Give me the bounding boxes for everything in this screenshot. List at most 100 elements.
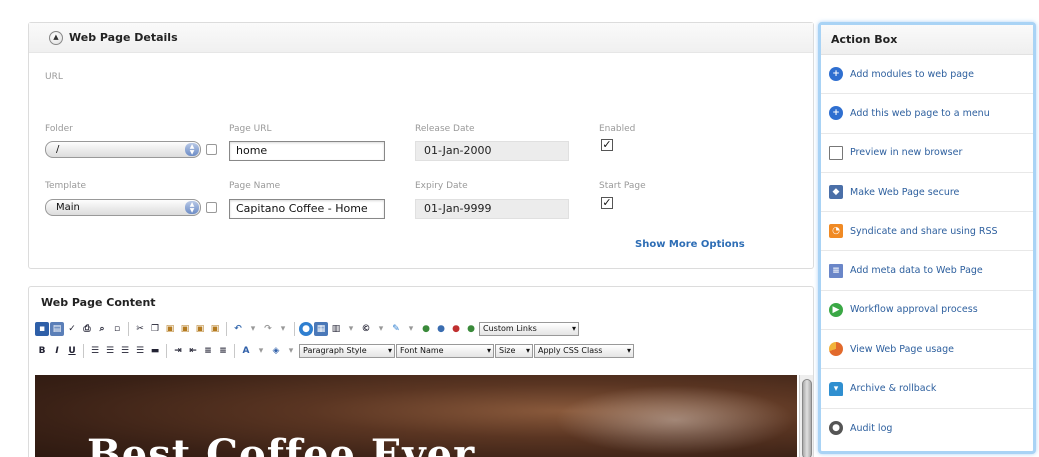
action-audit-log[interactable]: ● Audit log [821,409,1033,448]
print-icon[interactable]: ⎙ [80,322,94,336]
spellcheck-icon[interactable]: ✓ [65,322,79,336]
bold-button[interactable]: B [35,344,49,358]
action-label: Add meta data to Web Page [850,265,983,277]
user-icon[interactable]: ● [419,322,433,336]
paste-icon[interactable]: ▣ [163,322,177,336]
release-date-field[interactable]: 01-Jan-2000 [415,141,569,161]
enabled-label: Enabled [599,124,636,134]
redo-icon[interactable]: ↷ [261,322,275,336]
font-color-button[interactable]: A [239,344,253,358]
css-class-select[interactable]: Apply CSS Class [534,344,634,358]
italic-button[interactable]: I [50,344,64,358]
enabled-checkbox[interactable]: ✓ [601,139,613,151]
pie-chart-icon [829,342,843,357]
font-name-select[interactable]: Font Name [396,344,494,358]
symbol-dropdown-icon[interactable]: ▾ [374,322,388,336]
add-user-icon[interactable]: ● [464,322,478,336]
paste-html-icon[interactable]: ▣ [208,322,222,336]
action-add-meta-data[interactable]: ≡ Add meta data to Web Page [821,251,1033,291]
page-name-input[interactable]: Capitano Coffee - Home [229,199,385,219]
find-icon[interactable]: ⌕ [95,322,109,336]
underline-button[interactable]: U [65,344,79,358]
undo-dropdown-icon[interactable]: ▾ [246,322,260,336]
font-size-select[interactable]: Size [495,344,533,358]
template-select[interactable]: Main ▲ ▼ [45,199,201,216]
redo-dropdown-icon[interactable]: ▾ [276,322,290,336]
indent-icon[interactable]: ⇥ [171,344,185,358]
action-make-secure[interactable]: ◆ Make Web Page secure [821,173,1033,213]
insert-link-icon[interactable]: ● [299,322,313,336]
align-none-icon[interactable]: ▬ [148,344,162,358]
template-label: Template [45,181,87,191]
custom-links-select[interactable]: Custom Links [479,322,579,336]
action-label: View Web Page usage [850,343,954,355]
action-syndicate-rss[interactable]: ◔ Syndicate and share using RSS [821,212,1033,252]
format-painter-icon[interactable]: ✎ [389,322,403,336]
insert-table-icon[interactable]: ▥ [329,322,343,336]
undo-icon[interactable]: ↶ [231,322,245,336]
align-center-icon[interactable]: ☰ [103,344,117,358]
highlight-dropdown-icon[interactable]: ▾ [284,344,298,358]
paste-word-icon[interactable]: ▣ [193,322,207,336]
show-more-options-link[interactable]: Show More Options [635,239,745,250]
toolbar-separator [166,344,167,358]
bullet-list-icon[interactable]: ≡ [216,344,230,358]
group-icon[interactable]: ● [434,322,448,336]
remove-user-icon[interactable]: ● [449,322,463,336]
table-dropdown-icon[interactable]: ▾ [344,322,358,336]
action-box-title: Action Box [821,25,1033,55]
action-label: Add this web page to a menu [850,107,990,119]
action-add-to-menu[interactable]: + Add this web page to a menu [821,94,1033,134]
expiry-date-label: Expiry Date [415,181,468,191]
insert-symbol-icon[interactable]: © [359,322,373,336]
align-left-icon[interactable]: ☰ [88,344,102,358]
copy-icon[interactable]: ❐ [148,322,162,336]
paragraph-style-select[interactable]: Paragraph Style [299,344,395,358]
editor-toolbar-row-2: B I U ☰ ☰ ☰ ☰ ▬ ⇥ ⇤ ≡ ≡ A ▾ ◈ ▾ Paragrap… [35,341,634,361]
action-archive[interactable]: ▾ Archive & rollback [821,369,1033,409]
folder-label: Folder [45,124,73,134]
folder-select-value: / [56,144,60,155]
details-panel-header[interactable]: ▲ Web Page Details [29,23,813,53]
content-panel-title: Web Page Content [41,295,156,309]
url-label: URL [45,72,63,82]
action-box: Action Box + Add modules to web page + A… [818,22,1036,454]
collapse-icon[interactable]: ▲ [49,30,63,45]
paste-text-icon[interactable]: ▣ [178,322,192,336]
start-page-checkbox[interactable]: ✓ [601,197,613,209]
action-workflow[interactable]: ▶ Workflow approval process [821,291,1033,331]
select-stepper-icon: ▲ ▼ [185,143,199,156]
toolbar-separator [234,344,235,358]
painter-dropdown-icon[interactable]: ▾ [404,322,418,336]
editor-content-area[interactable]: Best Coffee Ever [35,375,797,457]
page-url-label: Page URL [229,124,272,134]
page-url-input[interactable]: home [229,141,385,161]
scroll-thumb[interactable] [802,379,812,457]
font-color-dropdown-icon[interactable]: ▾ [254,344,268,358]
justify-icon[interactable]: ☰ [133,344,147,358]
editor-scrollbar[interactable] [799,375,813,457]
action-label: Syndicate and share using RSS [850,225,998,237]
action-preview[interactable]: Preview in new browser [821,134,1033,173]
save-icon[interactable]: ▪ [35,322,49,336]
add-circle-icon: + [829,67,843,82]
align-right-icon[interactable]: ☰ [118,344,132,358]
editor-toolbar-row-1: ▪ ▤ ✓ ⎙ ⌕ ▫ ✂ ❐ ▣ ▣ ▣ ▣ ↶ ▾ ↷ ▾ ● ▦ ▥ ▾ … [35,319,579,339]
numbered-list-icon[interactable]: ≡ [201,344,215,358]
expiry-date-field[interactable]: 01-Jan-9999 [415,199,569,219]
cut-icon[interactable]: ✂ [133,322,147,336]
select-stepper-icon: ▲ ▼ [185,201,199,214]
insert-template-icon[interactable]: ▤ [50,322,64,336]
action-view-usage[interactable]: View Web Page usage [821,330,1033,370]
template-inherit-checkbox[interactable] [206,202,217,213]
insert-image-icon[interactable]: ▦ [314,322,328,336]
outdent-icon[interactable]: ⇤ [186,344,200,358]
coffee-steam-image [555,385,795,455]
action-add-modules[interactable]: + Add modules to web page [821,55,1033,95]
folder-select[interactable]: / ▲ ▼ [45,141,201,158]
folder-inherit-checkbox[interactable] [206,144,217,155]
window-icon [829,145,843,160]
new-document-icon[interactable]: ▫ [110,322,124,336]
rss-icon: ◔ [829,224,843,239]
highlight-color-icon[interactable]: ◈ [269,344,283,358]
